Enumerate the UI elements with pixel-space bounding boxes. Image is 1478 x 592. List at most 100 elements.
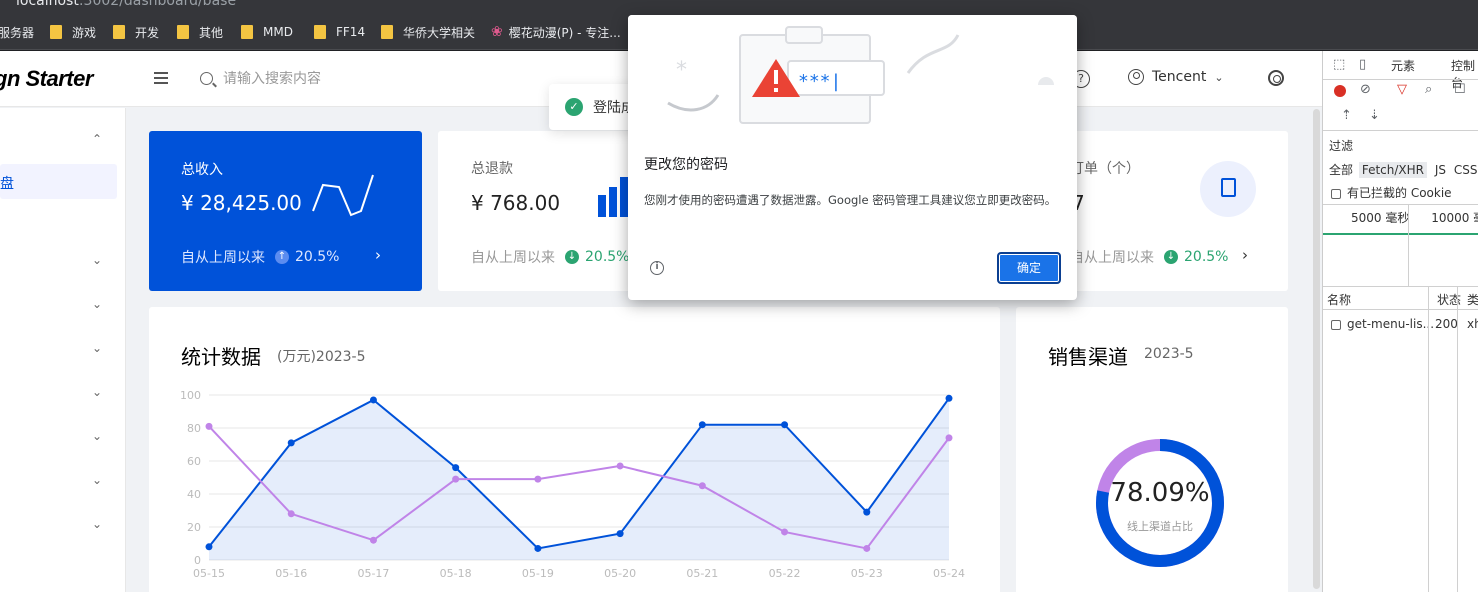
income-since: 自从上周以来 — [181, 250, 265, 266]
record-icon[interactable] — [1334, 85, 1346, 97]
sidebar-item-active[interactable]: 盘 — [0, 164, 117, 199]
password-mask: ***| — [798, 71, 841, 92]
search-placeholder: 请输入搜索内容 — [223, 71, 321, 87]
settings-icon[interactable] — [1268, 70, 1284, 86]
export-icon[interactable]: ⇣ — [1369, 108, 1380, 123]
folder-icon — [314, 25, 326, 39]
bookmark-item[interactable]: 游戏 — [50, 23, 96, 41]
folder-icon — [177, 25, 189, 39]
income-label: 总收入 — [181, 162, 223, 178]
clear-icon[interactable]: ⊘ — [1360, 82, 1371, 97]
inspect-icon[interactable]: ⬚ — [1333, 57, 1345, 72]
devtools-panel: ⬚ ▯ 元素 控制台 ⊘ ▽ ⌕ ☐ ⇡ ⇣ 过滤 全部 Fetch/XHR J… — [1322, 51, 1478, 592]
sidebar-group[interactable]: ⌄ — [0, 332, 126, 366]
blocked-cookie-filter[interactable]: 有已拦截的 Cookie — [1331, 184, 1478, 201]
sidebar-group[interactable]: ⌄ — [0, 288, 126, 322]
refund-label: 总退款 — [471, 161, 513, 177]
refund-since: 自从上周以来 — [471, 250, 555, 266]
data-point — [287, 439, 295, 447]
url-host: localhost — [16, 0, 79, 9]
x-tick-label: 05-23 — [851, 567, 883, 580]
chevron-down-icon: ⌄ — [92, 385, 103, 399]
info-icon[interactable]: i — [650, 261, 664, 275]
chevron-down-icon: ⌄ — [92, 473, 103, 487]
income-change: 20.5% — [295, 249, 340, 265]
data-point — [205, 543, 213, 551]
chevron-right-icon[interactable]: › — [375, 246, 381, 264]
app-logo[interactable]: gn Starter — [0, 66, 93, 92]
bookmark-item[interactable]: ❀ 樱花动漫(P) - 专注... — [491, 23, 621, 41]
search-input[interactable]: 请输入搜索内容 — [200, 68, 321, 88]
filter-fetch-xhr[interactable]: Fetch/XHR — [1358, 162, 1428, 178]
y-tick-label: 80 — [187, 422, 201, 435]
sidebar-group[interactable]: ⌄ — [0, 420, 126, 454]
filter-icon[interactable]: ▽ — [1397, 82, 1407, 97]
folder-icon — [50, 25, 62, 39]
bookmark-item[interactable]: 开发 — [113, 23, 159, 41]
column-name[interactable]: 名称 — [1327, 293, 1351, 307]
filter-label[interactable]: 过滤 — [1329, 137, 1478, 154]
data-point — [369, 536, 377, 544]
data-point — [945, 394, 953, 402]
search-icon — [200, 71, 213, 85]
orders-change: 20.5% — [1184, 249, 1229, 265]
filter-js[interactable]: JS — [1435, 163, 1446, 177]
income-card: 总收入 ¥ 28,425.00 自从上周以来 ↑ 20.5% › — [149, 131, 422, 291]
data-point — [863, 508, 871, 516]
chevron-up-icon: ⌃ — [92, 132, 103, 146]
sidebar-group[interactable]: ⌄ — [0, 244, 126, 278]
sidebar-group[interactable]: ⌄ — [0, 376, 126, 410]
device-toolbar-icon[interactable]: ▯ — [1359, 57, 1366, 72]
x-tick-label: 05-15 — [193, 567, 225, 580]
search-icon[interactable]: ⌕ — [1425, 82, 1432, 97]
column-type[interactable]: 类型 — [1467, 291, 1478, 308]
bookmark-item[interactable]: MMD — [241, 23, 293, 41]
data-point — [452, 464, 460, 472]
bookmark-item[interactable]: 华侨大学相关 — [381, 23, 475, 41]
confirm-button[interactable]: 确定 — [997, 252, 1061, 284]
sales-channel-card: 销售渠道 2023-5 78.09% 线上渠道占比 — [1016, 307, 1288, 592]
bookmark-item[interactable]: FF14 — [314, 23, 365, 41]
sidebar-group[interactable]: ⌄ — [0, 464, 126, 498]
data-point — [534, 475, 542, 483]
orders-since: 自从上周以来 — [1070, 250, 1154, 266]
chevron-down-icon: ⌄ — [92, 429, 103, 443]
statistics-line-chart[interactable]: 0 20 40 60 80 100 05-15 05-16 05-17 05-18 05-19 05-… — [149, 307, 1000, 592]
tab-elements[interactable]: 元素 — [1391, 57, 1415, 74]
bookmark-item[interactable]: 服务器 — [0, 23, 34, 41]
y-tick-label: 100 — [180, 389, 201, 402]
filter-all[interactable]: 全部 — [1329, 163, 1353, 177]
data-point — [945, 434, 953, 442]
data-point — [369, 396, 377, 404]
data-point — [452, 475, 460, 483]
user-menu[interactable]: Tencent ⌄ — [1128, 69, 1224, 85]
chevron-right-icon[interactable]: › — [1242, 246, 1248, 264]
password-breach-dialog: * ***| 更改您的密码 您刚才使用的密码遭遇了数据泄露。Google 密码管… — [628, 15, 1077, 300]
sidebar-group-dashboard[interactable]: ⌃ — [0, 123, 126, 157]
network-request-row[interactable]: get-menu-lis... 200 xhr — [1331, 317, 1478, 331]
arrow-down-icon: ↓ — [1164, 250, 1178, 264]
sales-caption: 线上渠道占比 — [1127, 520, 1193, 533]
menu-toggle-icon[interactable] — [152, 69, 170, 87]
preserve-log-checkbox[interactable]: ☐ — [1454, 82, 1466, 97]
x-tick-label: 05-16 — [275, 567, 307, 580]
chevron-down-icon: ⌄ — [1214, 70, 1224, 84]
data-point — [616, 530, 624, 538]
folder-icon — [241, 25, 253, 39]
page-scrollbar[interactable] — [1313, 109, 1320, 589]
x-tick-label: 05-20 — [604, 567, 636, 580]
orders-label: 订单（个） — [1070, 161, 1140, 177]
network-column-headers: 名称 状态 类型 — [1327, 291, 1478, 308]
data-point — [534, 544, 542, 552]
dialog-body: 您刚才使用的密码遭遇了数据泄露。Google 密码管理工具建议您立即更改密码。 — [644, 193, 1057, 207]
browser-url-bar[interactable]: localhost:3002/dashboard/base — [0, 0, 1478, 12]
sidebar-group[interactable]: ⌄ — [0, 508, 126, 542]
y-tick-label: 0 — [194, 554, 201, 567]
refund-card: 总退款 ¥ 768.00 自从上周以来 ↓ 20.5% — [438, 131, 638, 291]
filter-css[interactable]: CSS — [1454, 163, 1478, 177]
bookmark-item[interactable]: 其他 — [177, 23, 223, 41]
y-tick-label: 60 — [187, 455, 201, 468]
chevron-down-icon: ⌄ — [92, 297, 103, 311]
user-name: Tencent — [1152, 69, 1207, 85]
import-icon[interactable]: ⇡ — [1341, 108, 1352, 123]
